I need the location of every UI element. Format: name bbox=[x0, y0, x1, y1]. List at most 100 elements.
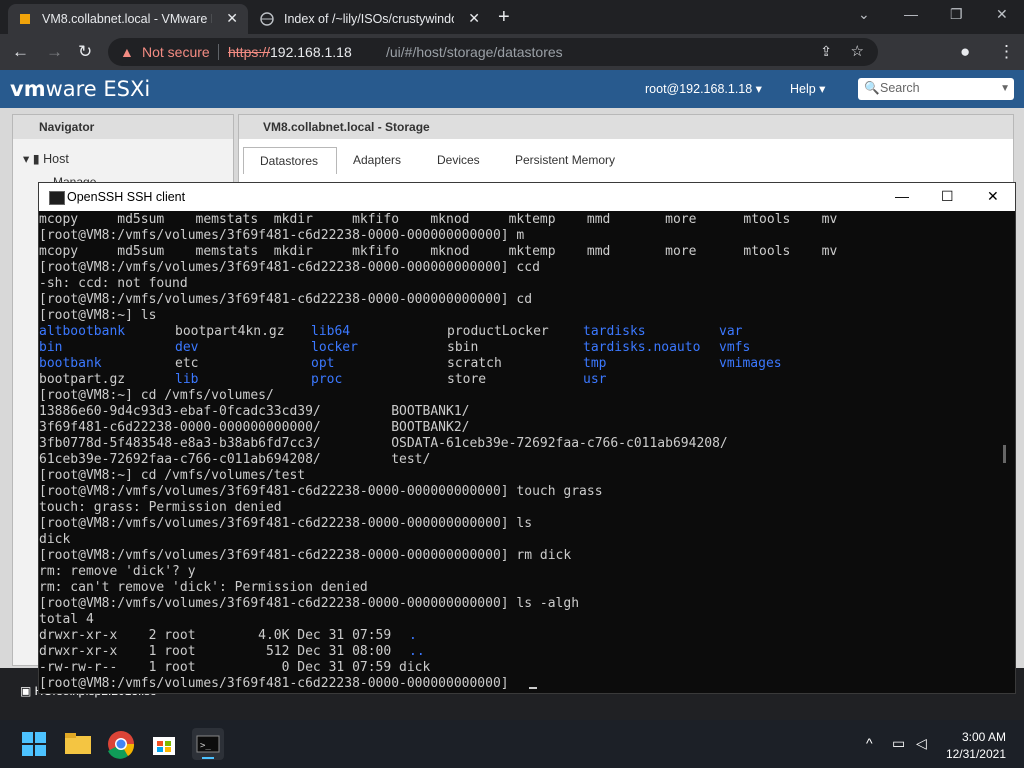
search-input[interactable]: 🔍 Search ▼ bbox=[858, 78, 1014, 100]
ls-entry: lib bbox=[175, 372, 199, 387]
warning-icon[interactable]: ▲ bbox=[120, 44, 134, 60]
file-explorer-icon[interactable] bbox=[62, 728, 94, 760]
browser-toolbar: ← → ↻ ▲ Not secure https:// 192.168.1.18… bbox=[0, 34, 1024, 70]
back-arrow-icon[interactable]: ← bbox=[12, 42, 29, 62]
tab-label: VM8.collabnet.local - VMware ES bbox=[42, 12, 212, 26]
tab-persistent-memory[interactable]: Persistent Memory bbox=[509, 147, 629, 173]
terminal-scrollbar[interactable] bbox=[1003, 445, 1006, 463]
close-icon[interactable]: ✕ bbox=[987, 188, 999, 205]
ssh-terminal-window[interactable]: OpenSSH SSH client — ☐ ✕ mcopy md5sum me… bbox=[38, 182, 1016, 694]
tab-label: Index of /~lily/ISOs/crustywindo bbox=[284, 12, 454, 26]
nav-item-host[interactable]: ▾ ▮ Host bbox=[23, 151, 69, 166]
ls-entry-dir: .. bbox=[409, 644, 425, 659]
help-menu[interactable]: Help ▾ bbox=[790, 81, 825, 96]
terminal-line: [root@VM8:~] cd /vmfs/volumes/ bbox=[39, 388, 274, 403]
terminal-line: [root@VM8:/vmfs/volumes/3f69f481-c6d2223… bbox=[39, 516, 533, 531]
chevron-up-icon[interactable]: ^ bbox=[866, 735, 873, 751]
terminal-line: [root@VM8:/vmfs/volumes/3f69f481-c6d2223… bbox=[39, 676, 517, 691]
terminal-line: drwxr-xr-x 2 root 4.0K Dec 31 07:59 bbox=[39, 628, 400, 643]
ls-entry: sbin bbox=[447, 340, 479, 355]
windows-start-icon[interactable] bbox=[18, 728, 50, 760]
terminal-line: dick bbox=[39, 532, 71, 547]
star-bookmark-icon[interactable]: ☆ bbox=[851, 42, 864, 60]
tab-devices[interactable]: Devices bbox=[429, 147, 509, 173]
search-icon: 🔍 bbox=[864, 81, 880, 95]
terminal-title: OpenSSH SSH client bbox=[67, 190, 186, 204]
ls-entry: var bbox=[719, 324, 743, 339]
ls-entry: vmimages bbox=[719, 356, 782, 371]
chevron-down-icon[interactable]: ⌄ bbox=[858, 6, 870, 23]
tab-vmware-esxi[interactable]: VM8.collabnet.local - VMware ES ✕ bbox=[8, 4, 248, 34]
ls-entry: usr bbox=[583, 372, 607, 387]
minimize-icon[interactable]: — bbox=[895, 188, 909, 204]
navigator-title: Navigator bbox=[39, 120, 95, 134]
terminal-line: [root@VM8:/vmfs/volumes/3f69f481-c6d2223… bbox=[39, 260, 540, 275]
terminal-line: [root@VM8:/vmfs/volumes/3f69f481-c6d2223… bbox=[39, 548, 572, 563]
terminal-cursor bbox=[529, 687, 537, 689]
chevron-down-icon[interactable]: ▼ bbox=[1000, 83, 1010, 94]
address-bar[interactable]: ▲ Not secure https:// 192.168.1.18 /ui/#… bbox=[108, 38, 878, 66]
url-path: /ui/#/host/storage/datastores bbox=[386, 44, 563, 60]
terminal-titlebar[interactable]: OpenSSH SSH client — ☐ ✕ bbox=[39, 183, 1015, 211]
ls-entry: bootbank bbox=[39, 356, 102, 371]
reload-icon[interactable]: ↻ bbox=[78, 42, 92, 62]
search-placeholder: Search bbox=[880, 81, 920, 95]
ls-entry: lib64 bbox=[311, 324, 351, 339]
profile-icon[interactable]: ● bbox=[960, 42, 970, 62]
terminal-line: rm: can't remove 'dick': Permission deni… bbox=[39, 580, 368, 595]
ls-entry: locker bbox=[311, 340, 358, 355]
windows-taskbar: >_ ^ ▭ ◁ 3:00 AM 12/31/2021 bbox=[0, 720, 1024, 768]
new-tab-button[interactable]: + bbox=[498, 6, 510, 29]
minimize-icon[interactable]: — bbox=[904, 6, 918, 22]
terminal-taskbar-icon[interactable]: >_ bbox=[192, 728, 224, 760]
terminal-line: [root@VM8:~] cd /vmfs/volumes/test bbox=[39, 468, 306, 483]
terminal-line: 13886e60-9d4c93d3-ebaf-0fcadc33cd39/ BOO… bbox=[39, 404, 470, 419]
more-menu-icon[interactable]: ⋮ bbox=[998, 42, 1015, 62]
storage-title: VM8.collabnet.local - Storage bbox=[263, 120, 430, 134]
ls-entry-dir: . bbox=[409, 628, 417, 643]
tab-close-icon[interactable]: ✕ bbox=[226, 10, 238, 27]
store-icon[interactable] bbox=[148, 728, 180, 760]
terminal-output[interactable]: mcopy md5sum memstats mkdir mkfifo mknod… bbox=[39, 211, 999, 691]
terminal-line: drwxr-xr-x 1 root 512 Dec 31 08:00 bbox=[39, 644, 400, 659]
ls-entry: bootpart.gz bbox=[39, 372, 126, 387]
ls-entry: dev bbox=[175, 340, 199, 355]
terminal-line: mcopy md5sum memstats mkdir mkfifo mknod… bbox=[39, 244, 838, 259]
tab-index-isos[interactable]: Index of /~lily/ISOs/crustywindo ✕ bbox=[250, 4, 490, 34]
terminal-line: 61ceb39e-72692faa-c766-c011ab694208/ tes… bbox=[39, 452, 431, 467]
ls-entry: tmp bbox=[583, 356, 607, 371]
network-icon[interactable]: ▭ bbox=[892, 735, 905, 752]
ls-entry: tardisks.noauto bbox=[583, 340, 701, 355]
restore-icon[interactable]: ❐ bbox=[950, 6, 963, 23]
ls-entry: opt bbox=[311, 356, 335, 371]
url-host: 192.168.1.18 bbox=[270, 44, 352, 60]
tab-adapters[interactable]: Adapters bbox=[343, 147, 423, 173]
divider bbox=[218, 44, 219, 60]
terminal-line: [root@VM8:~] ls bbox=[39, 308, 157, 323]
clock-date[interactable]: 12/31/2021 bbox=[946, 747, 1006, 761]
close-icon[interactable]: ✕ bbox=[996, 6, 1008, 23]
user-menu[interactable]: root@192.168.1.18 ▾ bbox=[645, 81, 762, 96]
maximize-icon[interactable]: ☐ bbox=[941, 188, 954, 205]
terminal-line: -rw-rw-r-- 1 root 0 Dec 31 07:59 dick bbox=[39, 660, 431, 675]
terminal-line: mcopy md5sum memstats mkdir mkfifo mknod… bbox=[39, 212, 838, 227]
tab-datastores[interactable]: Datastores bbox=[243, 147, 337, 174]
share-icon[interactable]: ⇪ bbox=[820, 43, 832, 60]
terminal-line: total 4 bbox=[39, 612, 94, 627]
forward-arrow-icon[interactable]: → bbox=[46, 42, 63, 62]
terminal-line: [root@VM8:/vmfs/volumes/3f69f481-c6d2223… bbox=[39, 292, 533, 307]
globe-favicon-icon bbox=[260, 12, 274, 26]
terminal-line: [root@VM8:/vmfs/volumes/3f69f481-c6d2223… bbox=[39, 228, 525, 243]
chrome-icon[interactable] bbox=[105, 728, 137, 760]
vmware-favicon-icon bbox=[18, 12, 32, 26]
clock-time[interactable]: 3:00 AM bbox=[962, 730, 1006, 744]
terminal-line: -sh: ccd: not found bbox=[39, 276, 188, 291]
navigator-header: Navigator bbox=[13, 115, 233, 139]
esxi-header: vmware ESXi root@192.168.1.18 ▾ Help ▾ 🔍… bbox=[0, 70, 1024, 108]
security-label[interactable]: Not secure bbox=[142, 44, 210, 60]
tab-close-icon[interactable]: ✕ bbox=[468, 10, 480, 27]
ls-entry: tardisks bbox=[583, 324, 646, 339]
volume-icon[interactable]: ◁ bbox=[916, 735, 927, 752]
ls-entry: etc bbox=[175, 356, 199, 371]
storage-tabs: Datastores Adapters Devices Persistent M… bbox=[239, 143, 1013, 174]
